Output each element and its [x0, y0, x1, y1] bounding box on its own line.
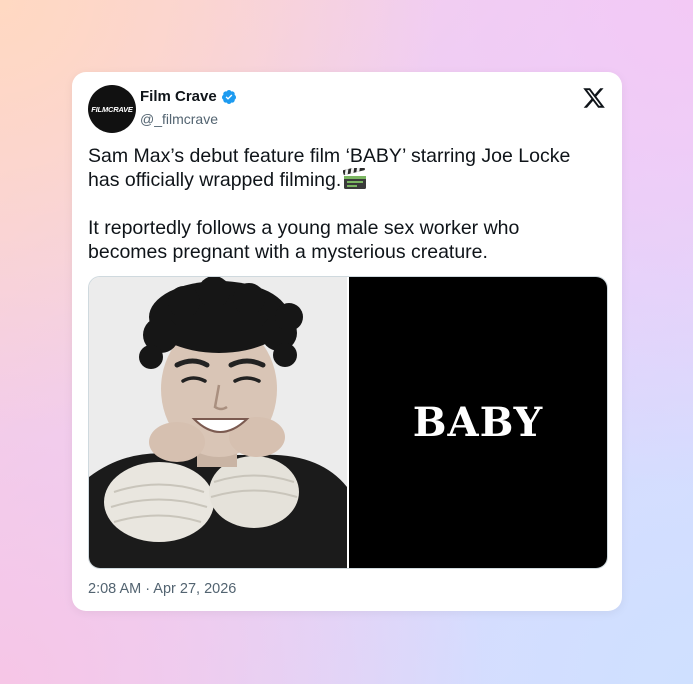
tweet-paragraph-2: It reportedly follows a young male sex w… [88, 217, 520, 263]
avatar[interactable]: FILMCRAVE [88, 85, 136, 133]
tweet-media[interactable]: BABY [88, 276, 608, 569]
poster-title: BABY [412, 399, 544, 446]
display-name[interactable]: Film Crave [140, 88, 217, 105]
tweet-card[interactable]: FILMCRAVE Film Crave @_filmcrave Sam Max… [72, 72, 622, 611]
verified-badge-icon [221, 89, 236, 104]
clapper-board-icon [343, 168, 367, 189]
actor-photo[interactable] [89, 277, 347, 568]
tweet-paragraph-1: Sam Max’s debut feature film ‘BABY’ star… [88, 144, 598, 192]
film-poster[interactable]: BABY [349, 277, 607, 568]
actor-portrait-image [89, 277, 347, 568]
avatar-logo-text: FILMCRAVE [91, 104, 133, 114]
tweet-text: Sam Max’s debut feature film ‘BABY’ star… [88, 144, 598, 264]
author-handle[interactable]: @_filmcrave [140, 111, 218, 127]
x-logo-icon[interactable] [582, 86, 606, 110]
tweet-paragraph-1-text: Sam Max’s debut feature film ‘BABY’ star… [88, 145, 571, 191]
tweet-timestamp[interactable]: 2:08 AM · Apr 27, 2026 [88, 581, 236, 597]
author-name-row: Film Crave [140, 88, 237, 105]
